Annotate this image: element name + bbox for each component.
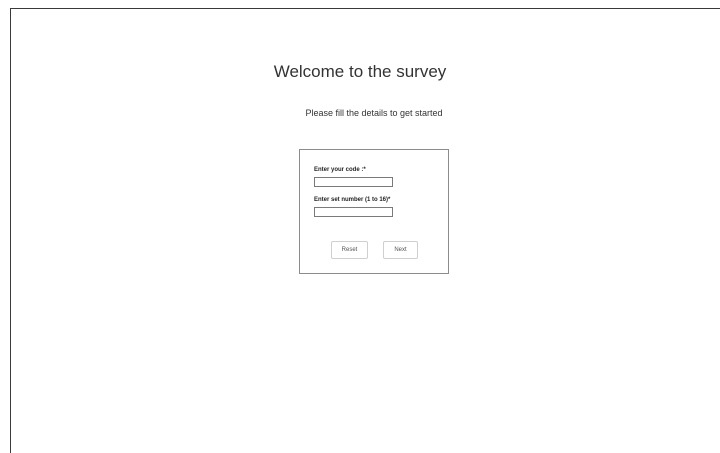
page-title: Welcome to the survey	[273, 62, 447, 81]
survey-form: Enter your code :* Enter set number (1 t…	[299, 149, 449, 274]
code-label: Enter your code :*	[314, 167, 366, 173]
code-input[interactable]	[314, 177, 393, 187]
set-number-input[interactable]	[314, 207, 393, 217]
set-number-label: Enter set number (1 to 16)*	[314, 197, 391, 203]
next-button[interactable]: Next	[383, 241, 418, 259]
page-subtitle: Please fill the details to get started	[305, 108, 443, 118]
reset-button[interactable]: Reset	[331, 241, 368, 259]
